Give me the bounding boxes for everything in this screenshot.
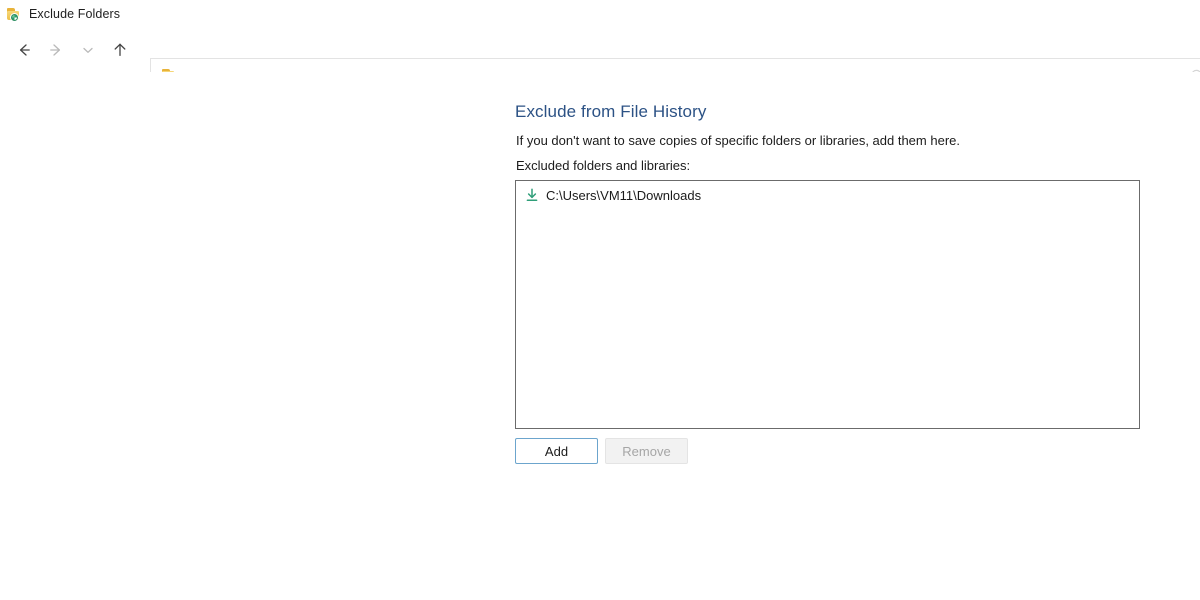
remove-button: Remove <box>605 438 688 464</box>
action-buttons: Add Remove <box>515 438 688 464</box>
forward-button[interactable] <box>40 34 72 66</box>
page-title: Exclude from File History <box>515 102 706 122</box>
arrow-left-icon <box>15 41 33 59</box>
back-button[interactable] <box>8 34 40 66</box>
arrow-up-icon <box>111 41 129 59</box>
nav-button-group <box>8 28 136 72</box>
file-history-folder-icon <box>6 6 22 22</box>
navigation-bar: › Control Panel › System and Security › … <box>0 28 1200 72</box>
chevron-down-icon <box>79 41 97 59</box>
window-title: Exclude Folders <box>29 7 120 21</box>
excluded-list-label: Excluded folders and libraries: <box>516 158 690 173</box>
title-bar: Exclude Folders <box>0 0 1200 28</box>
recent-locations-button[interactable] <box>72 34 104 66</box>
excluded-folders-listbox[interactable]: C:\Users\VM11\Downloads <box>515 180 1140 429</box>
add-button[interactable]: Add <box>515 438 598 464</box>
arrow-right-icon <box>47 41 65 59</box>
list-item[interactable]: C:\Users\VM11\Downloads <box>516 184 1139 206</box>
up-button[interactable] <box>104 34 136 66</box>
content-area: Exclude from File History If you don't w… <box>0 72 1200 600</box>
list-item-path: C:\Users\VM11\Downloads <box>546 188 701 203</box>
downloads-arrow-icon <box>524 187 540 203</box>
exclude-folders-window: Exclude Folders <box>0 0 1200 600</box>
page-description: If you don't want to save copies of spec… <box>516 133 960 148</box>
